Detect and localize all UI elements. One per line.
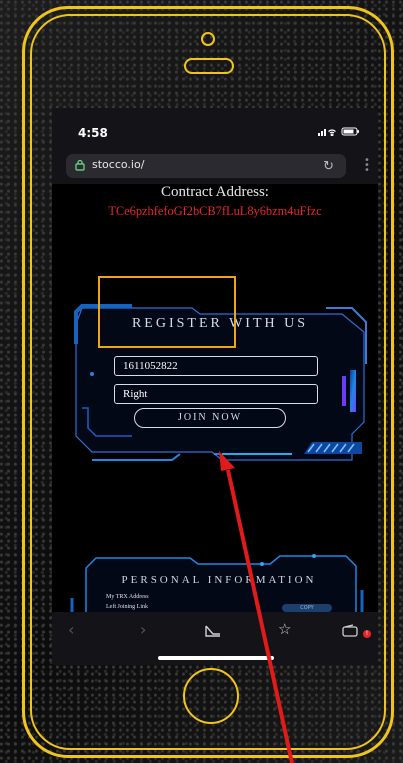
wallet-icon[interactable] xyxy=(342,624,360,638)
home-button[interactable] xyxy=(183,668,239,724)
status-icons xyxy=(318,126,362,139)
address-field[interactable]: stocco.io/ ↻ xyxy=(66,154,346,178)
share-icon[interactable] xyxy=(204,624,222,638)
front-camera xyxy=(201,32,215,46)
copy-link-button[interactable]: COPY xyxy=(282,604,332,612)
bookmark-icon[interactable]: ☆ xyxy=(278,620,291,638)
contract-address-value: TCe6pzhfefoGf2bCB7fLuL8y6bzm4uFfzc xyxy=(108,204,322,218)
status-time: 4:58 xyxy=(78,126,108,140)
browser-url-bar: stocco.io/ ↻ • • • xyxy=(52,148,378,184)
highlight-box xyxy=(98,276,236,348)
more-options-icon[interactable]: • • • xyxy=(364,156,370,176)
personal-information-title: PERSONAL INFORMATION xyxy=(121,574,317,586)
joining-link-label: Left Joining Link xyxy=(106,604,148,610)
lock-icon xyxy=(75,159,85,171)
sponsor-id-field[interactable] xyxy=(114,356,318,376)
url-text: stocco.io/ xyxy=(92,158,145,171)
personal-information-panel: PERSONAL INFORMATION My TRX Address Left… xyxy=(70,550,368,620)
screenshot-stage: 4:58 stocco.io/ ↻ • • • Contract Address… xyxy=(0,0,403,763)
home-indicator[interactable] xyxy=(158,656,274,660)
phone-screen: 4:58 stocco.io/ ↻ • • • Contract Address… xyxy=(52,108,378,665)
back-icon[interactable]: ‹ xyxy=(68,620,74,639)
trx-address-label: My TRX Address xyxy=(106,594,149,600)
browser-toolbar: ‹ › ☆ ! xyxy=(52,612,378,665)
contract-address-label: Contract Address: xyxy=(161,184,269,200)
status-bar: 4:58 xyxy=(52,108,378,148)
signal-wifi-battery-icon xyxy=(318,127,359,137)
forward-icon[interactable]: › xyxy=(140,620,146,639)
position-field[interactable] xyxy=(114,384,318,404)
earpiece-speaker xyxy=(184,58,234,74)
join-now-button[interactable]: JOIN NOW xyxy=(134,408,286,428)
reload-icon[interactable]: ↻ xyxy=(323,159,334,174)
wallet-badge: ! xyxy=(363,630,371,638)
